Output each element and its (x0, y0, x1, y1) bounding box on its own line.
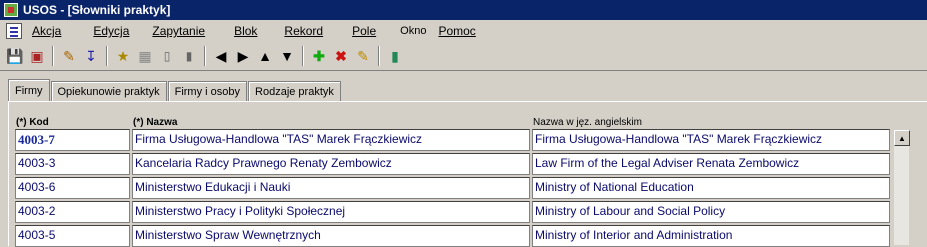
up-icon[interactable]: ▲ (256, 47, 274, 65)
query-icon[interactable]: ★ (114, 47, 132, 65)
tab-firmy-i-osoby[interactable]: Firmy i osoby (167, 81, 248, 101)
nazwa-en-field[interactable]: Ministry of Interior and Administration (532, 225, 890, 247)
kod-field[interactable]: 4003-6 (15, 177, 130, 199)
scroll-up-icon[interactable]: ▲ (894, 130, 910, 146)
tab-firmy[interactable]: Firmy (8, 79, 50, 101)
down-icon[interactable]: ▼ (278, 47, 296, 65)
kod-field[interactable]: 4003-5 (15, 225, 130, 247)
print-preview-icon[interactable]: ▣ (28, 47, 46, 65)
menu-pomoc[interactable]: Pomoc (438, 24, 475, 38)
menu-bar: Akcja Edycja Zapytanie Blok Rekord Pole … (0, 20, 927, 42)
app-icon (4, 3, 18, 17)
add-record-icon[interactable]: ✚ (310, 47, 328, 65)
tab-rodzaje-praktyk[interactable]: Rodzaje praktyk (248, 81, 341, 101)
column-header-kod: (*) Kod (16, 117, 49, 128)
toolbar-separator (204, 46, 206, 66)
nazwa-en-field[interactable]: Firma Usługowa-Handlowa "TAS" Marek Frąc… (532, 129, 890, 151)
table-row[interactable]: 4003-6 Ministerstwo Edukacji i Nauki Min… (0, 177, 927, 199)
nazwa-en-field[interactable]: Ministry of National Education (532, 177, 890, 199)
bar-chart-alt-icon[interactable]: ▮ (180, 47, 198, 65)
nazwa-field[interactable]: Ministerstwo Edukacji i Nauki (132, 177, 530, 199)
toolbar-separator (302, 46, 304, 66)
table-row[interactable]: 4003-5 Ministerstwo Spraw Wewnętrznych M… (0, 225, 927, 247)
column-header-nazwa-en: Nazwa w jęz. angielskim (533, 117, 642, 128)
nazwa-field[interactable]: Ministerstwo Spraw Wewnętrznych (132, 225, 530, 247)
toolbar-separator (52, 46, 54, 66)
kod-field[interactable]: 4003-2 (15, 201, 130, 223)
vertical-scrollbar[interactable]: ▲ (893, 130, 910, 245)
toolbar-separator (106, 46, 108, 66)
menu-okno[interactable]: Okno (400, 25, 426, 37)
menu-blok[interactable]: Blok (234, 24, 257, 38)
clear-icon[interactable]: ✎ (354, 47, 372, 65)
kod-field[interactable]: 4003-3 (15, 153, 130, 175)
save-icon[interactable]: 💾 (6, 47, 24, 65)
toolbar-separator (378, 46, 380, 66)
window-title: USOS - [Słowniki praktyk] (23, 3, 171, 17)
download-icon[interactable]: ↧ (82, 47, 100, 65)
nazwa-field[interactable]: Kancelaria Radcy Prawnego Renaty Zembowi… (132, 153, 530, 175)
edit-icon[interactable]: ✎ (60, 47, 78, 65)
kod-field[interactable]: 4003-7 (15, 129, 130, 151)
exit-icon[interactable]: ▮ (386, 47, 404, 65)
menu-rekord[interactable]: Rekord (284, 24, 323, 38)
prev-icon[interactable]: ◀ (212, 47, 230, 65)
menu-zapytanie[interactable]: Zapytanie (152, 24, 205, 38)
nazwa-en-field[interactable]: Law Firm of the Legal Adviser Renata Zem… (532, 153, 890, 175)
nazwa-en-field[interactable]: Ministry of Labour and Social Policy (532, 201, 890, 223)
next-icon[interactable]: ▶ (234, 47, 252, 65)
tab-opiekunowie-praktyk[interactable]: Opiekunowie praktyk (50, 81, 167, 101)
tab-strip: Firmy Opiekunowie praktyk Firmy i osoby … (8, 79, 342, 101)
nazwa-field[interactable]: Ministerstwo Pracy i Polityki Społecznej (132, 201, 530, 223)
bar-chart-icon[interactable]: ▯ (158, 47, 176, 65)
delete-record-icon[interactable]: ✖ (332, 47, 350, 65)
nazwa-field[interactable]: Firma Usługowa-Handlowa "TAS" Marek Frąc… (132, 129, 530, 151)
document-icon[interactable] (6, 23, 22, 39)
toolbar: 💾 ▣ ✎ ↧ ★ ▦ ▯ ▮ ◀ ▶ ▲ ▼ ✚ ✖ ✎ ▮ (0, 43, 927, 69)
column-header-nazwa: (*) Nazwa (133, 117, 178, 128)
menu-pole[interactable]: Pole (352, 24, 376, 38)
grid-icon[interactable]: ▦ (136, 47, 154, 65)
table-row[interactable]: 4003-2 Ministerstwo Pracy i Polityki Spo… (0, 201, 927, 223)
table-row[interactable]: 4003-3 Kancelaria Radcy Prawnego Renaty … (0, 153, 927, 175)
title-bar: USOS - [Słowniki praktyk] (0, 0, 927, 20)
menu-edycja[interactable]: Edycja (93, 24, 129, 38)
table-row[interactable]: 4003-7 Firma Usługowa-Handlowa "TAS" Mar… (0, 129, 927, 151)
menu-akcja[interactable]: Akcja (32, 24, 61, 38)
